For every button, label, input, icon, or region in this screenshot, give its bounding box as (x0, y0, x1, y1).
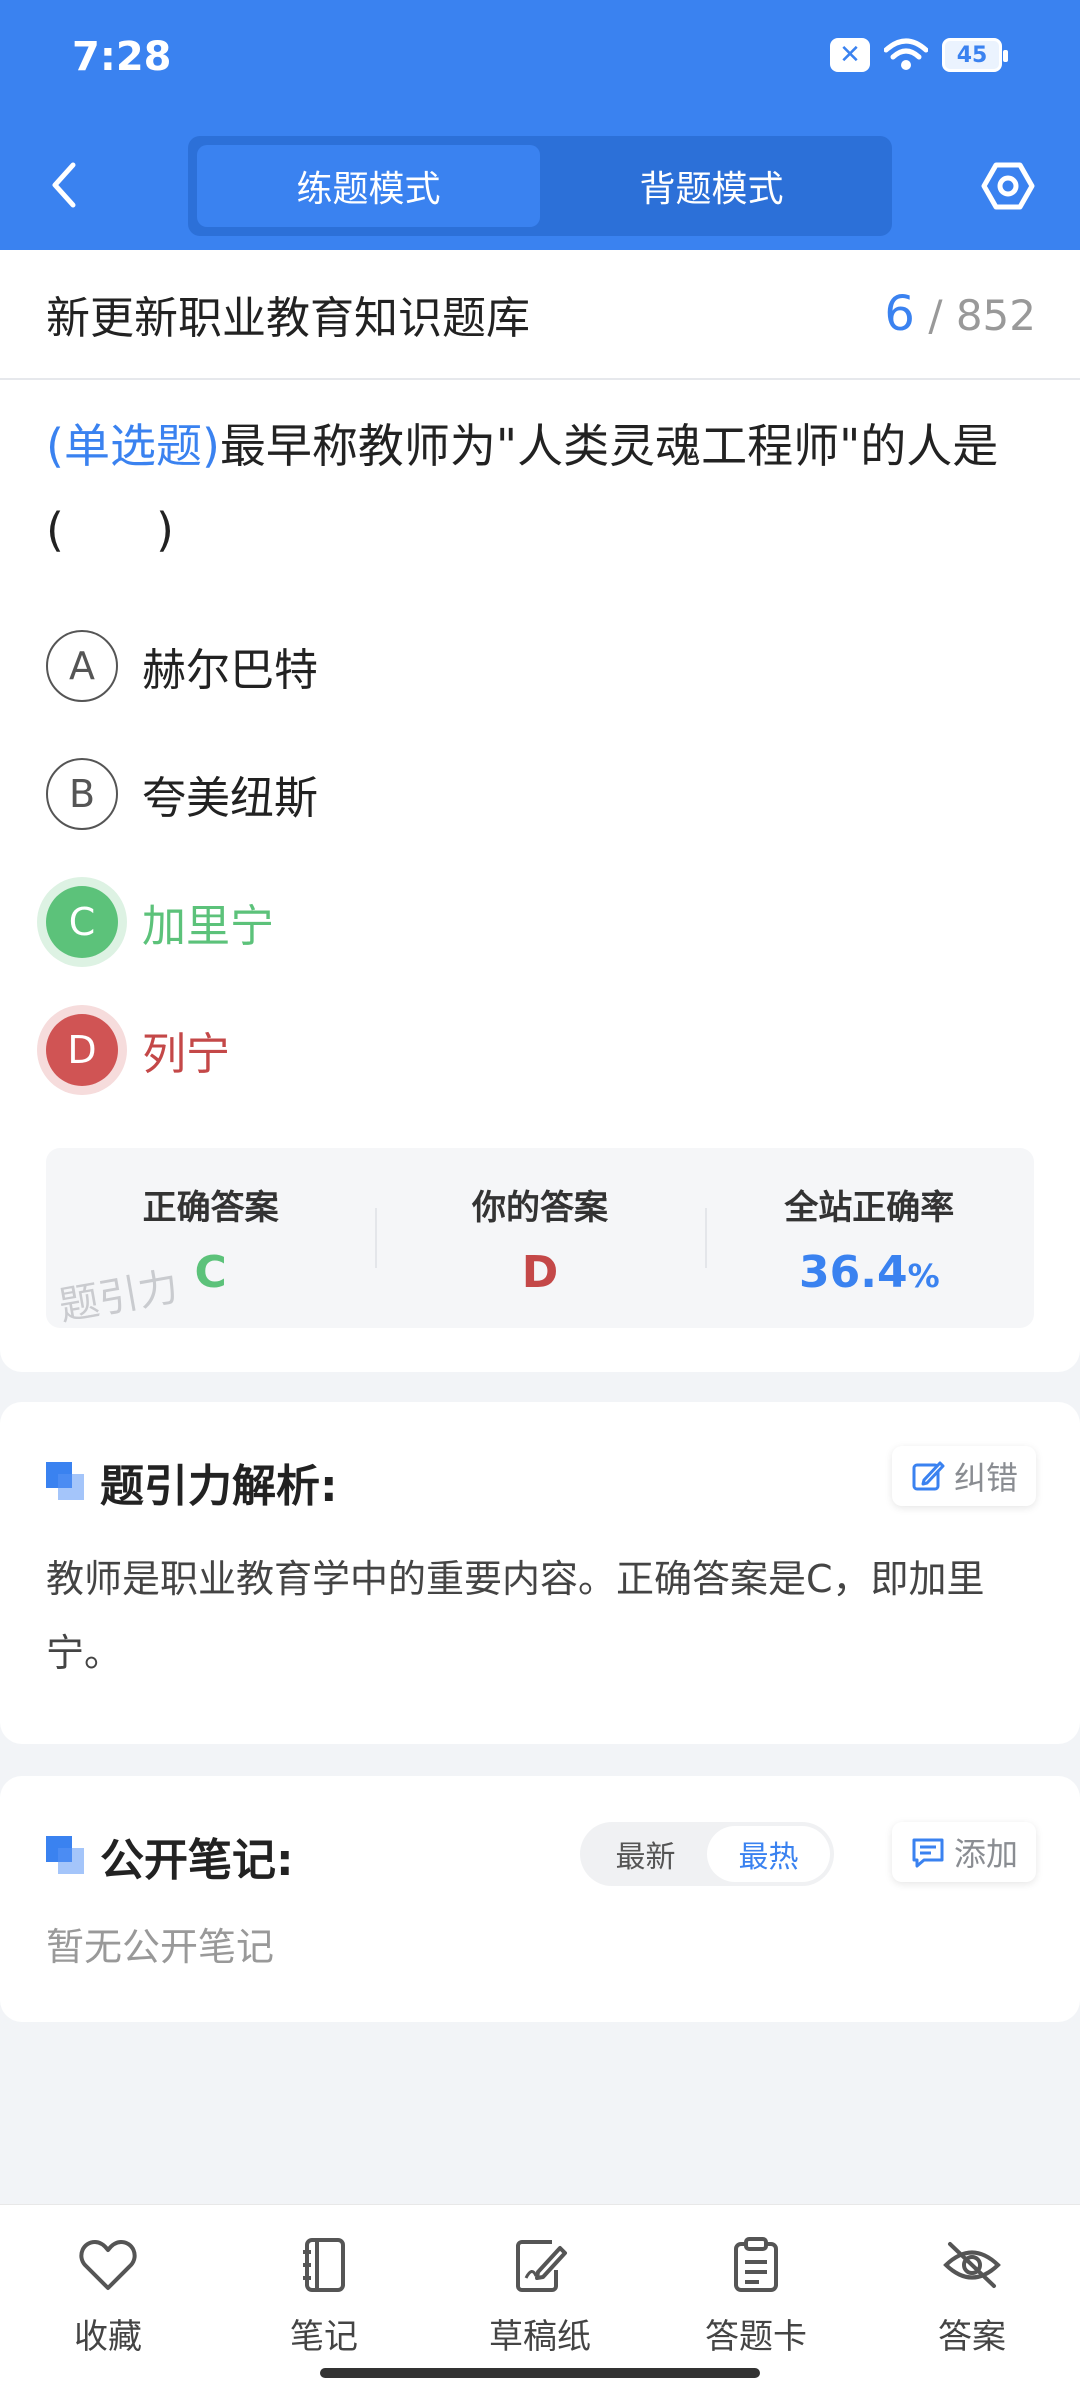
option-text: 赫尔巴特 (142, 645, 318, 696)
question-card: 新更新职业教育知识题库 6 / 852 (单选题)最早称教师为"人类灵魂工程师"… (0, 250, 1080, 1372)
add-note-label: 添加 (953, 1835, 1018, 1873)
nav-answer[interactable]: 答案 (864, 2205, 1080, 2400)
bank-title: 新更新职业教育知识题库 (46, 293, 530, 344)
stat-label: 正确答案 (142, 1188, 279, 1228)
progress-total: / 852 (928, 291, 1036, 340)
notes-header: 公开笔记: (46, 1824, 294, 1888)
options-list: A 赫尔巴特 B 夸美纽斯 C 加里宁 D 列宁 (0, 602, 1080, 1114)
option-text: 列宁 (142, 1029, 230, 1080)
analysis-header: 题引力解析: (46, 1450, 338, 1514)
nav-label: 答案 (938, 2317, 1006, 2357)
option-text: 夸美纽斯 (142, 773, 318, 824)
tab-memorize-mode[interactable]: 背题模式 (540, 145, 883, 227)
settings-button[interactable] (972, 150, 1044, 222)
notebook-icon (292, 2233, 356, 2297)
analysis-card: 题引力解析: 纠错 教师是职业教育学中的重要内容。正确答案是C，即加里宁。 (0, 1402, 1080, 1744)
rate-value: 36.4 (799, 1247, 908, 1298)
status-icons: ✕ 45 (830, 38, 1008, 72)
stat-value: D (521, 1247, 559, 1298)
report-error-button[interactable]: 纠错 (891, 1446, 1036, 1506)
option-b[interactable]: B 夸美纽斯 (0, 730, 1080, 858)
tab-practice-mode[interactable]: 练题模式 (197, 145, 540, 227)
eye-off-icon (940, 2233, 1004, 2297)
settings-hexagon-icon (981, 162, 1035, 210)
stat-accuracy: 全站正确率 36.4% (704, 1148, 1034, 1328)
top-header: 7:28 ✕ 45 练题模式 背题模式 (0, 0, 1080, 250)
home-indicator[interactable] (320, 2368, 760, 2378)
back-button[interactable] (36, 150, 92, 220)
clipboard-icon (724, 2233, 788, 2297)
draft-icon (508, 2233, 572, 2297)
notes-sort-toggle: 最新 最热 (580, 1822, 834, 1886)
analysis-title: 题引力解析: (100, 1461, 338, 1512)
option-letter: C (46, 886, 118, 958)
option-letter: D (46, 1014, 118, 1086)
empty-notes-text: 暂无公开笔记 (46, 1925, 275, 1969)
option-text: 加里宁 (142, 901, 274, 952)
edit-icon (912, 1461, 945, 1491)
status-time: 7:28 (72, 34, 172, 80)
nav-label: 草稿纸 (489, 2317, 591, 2357)
chevron-left-icon (52, 162, 76, 208)
option-c[interactable]: C 加里宁 (0, 858, 1080, 986)
nav-label: 笔记 (290, 2317, 358, 2357)
battery-level: 45 (956, 42, 988, 68)
stat-value: 36.4% (799, 1247, 940, 1298)
stat-your-answer: 你的答案 D (375, 1148, 704, 1328)
rate-unit: % (907, 1257, 940, 1295)
sort-hottest[interactable]: 最热 (707, 1826, 830, 1882)
report-error-label: 纠错 (953, 1459, 1018, 1497)
question-progress: 6 / 852 (884, 286, 1036, 342)
nav-label: 答题卡 (705, 2317, 807, 2357)
question-type: (单选题) (46, 419, 220, 473)
nav-favorite[interactable]: 收藏 (0, 2205, 216, 2400)
option-letter: B (46, 758, 118, 830)
stat-label: 全站正确率 (784, 1188, 955, 1228)
stat-value: C (194, 1247, 227, 1298)
wifi-icon (884, 38, 928, 70)
sort-latest[interactable]: 最新 (584, 1826, 707, 1882)
add-note-button[interactable]: 添加 (891, 1822, 1036, 1882)
bank-row: 新更新职业教育知识题库 6 / 852 (0, 250, 1080, 380)
comment-icon (912, 1838, 944, 1868)
battery-icon: 45 (942, 38, 1008, 72)
question-stem: (单选题)最早称教师为"人类灵魂工程师"的人是( ) (0, 380, 1080, 572)
analysis-text: 教师是职业教育学中的重要内容。正确答案是C，即加里宁。 (46, 1557, 985, 1675)
option-a[interactable]: A 赫尔巴特 (0, 602, 1080, 730)
notes-title: 公开笔记: (100, 1835, 294, 1886)
progress-current: 6 (884, 286, 915, 342)
nav-label: 收藏 (74, 2317, 142, 2357)
no-sim-icon: ✕ (830, 38, 870, 72)
option-d[interactable]: D 列宁 (0, 986, 1080, 1114)
option-letter: A (46, 630, 118, 702)
answer-stats: 正确答案 C 你的答案 D 全站正确率 36.4% 题引力 (46, 1148, 1034, 1328)
stat-label: 你的答案 (471, 1188, 608, 1228)
heart-icon (76, 2233, 140, 2297)
section-squares-icon (46, 1836, 86, 1876)
mode-toggle: 练题模式 背题模式 (188, 136, 892, 236)
section-squares-icon (46, 1462, 86, 1502)
notes-card: 公开笔记: 最新 最热 添加 暂无公开笔记 (0, 1776, 1080, 2022)
